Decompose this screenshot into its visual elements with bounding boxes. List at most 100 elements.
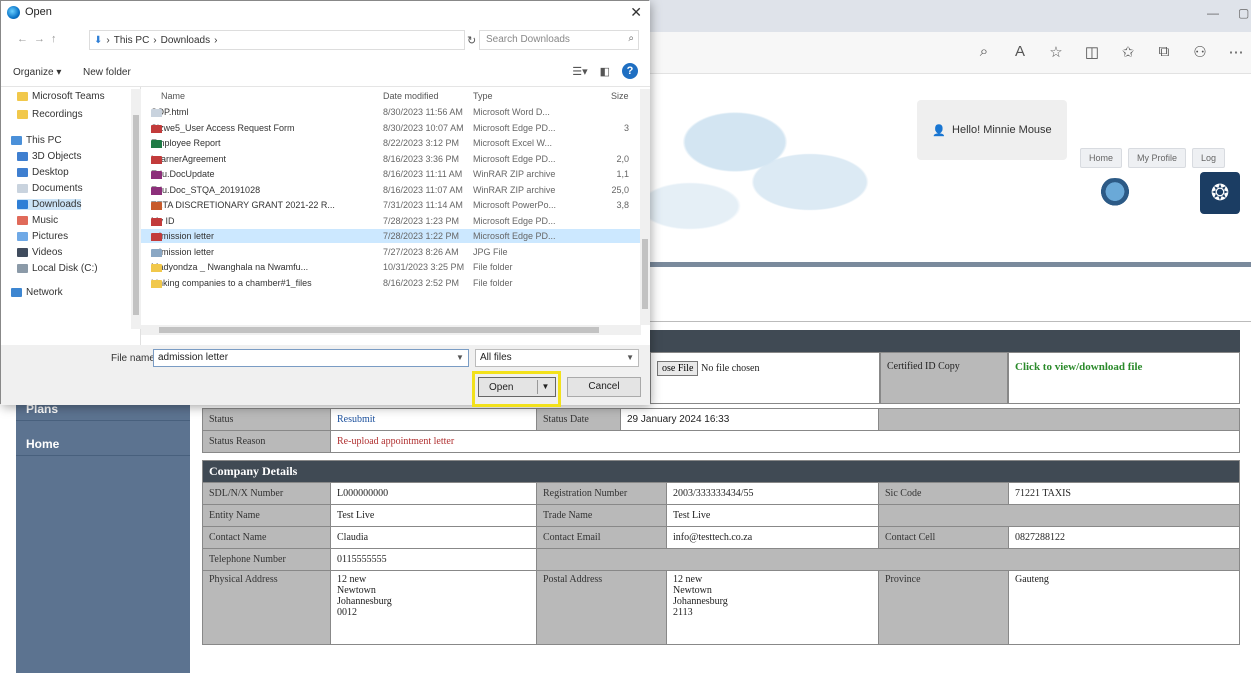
- certified-id-label: Certified ID Copy: [880, 352, 1008, 404]
- nav-my-profile-link[interactable]: My Profile: [1128, 148, 1187, 168]
- downloads-icon: ⬇: [94, 34, 103, 46]
- file-row[interactable]: Madyondza _ Nwanghala na Nwamfu... 10/31/…: [141, 260, 641, 274]
- nav-item-this-pc[interactable]: This PC: [11, 135, 62, 146]
- nav-logout-link[interactable]: Log: [1192, 148, 1226, 168]
- file-row[interactable]: admission letter 7/27/2023 8:26 AM JPG Fil…: [141, 245, 641, 259]
- file-row[interactable]: SOP.html 8/30/2023 11:56 AM Microsoft Word…: [141, 105, 641, 119]
- favorites-icon[interactable]: ✩: [1119, 43, 1137, 61]
- nav-home-link[interactable]: Home: [1080, 148, 1123, 168]
- nav-item-local-disk-c[interactable]: Local Disk (C:): [17, 263, 98, 274]
- header-divider: [630, 321, 1251, 322]
- file-row[interactable]: Employee Report 8/22/2023 3:12 PM Microsof…: [141, 136, 641, 150]
- file-name-input[interactable]: admission letter: [153, 349, 469, 367]
- cancel-button[interactable]: Cancel: [567, 377, 641, 397]
- open-button[interactable]: Open ▼: [478, 377, 556, 397]
- forward-icon[interactable]: →: [34, 33, 51, 45]
- xls-file-icon: [151, 140, 162, 148]
- refresh-icon[interactable]: ↻: [467, 34, 476, 47]
- choose-file-button[interactable]: ose File: [657, 361, 699, 376]
- maximize-button[interactable]: ▢: [1238, 6, 1249, 20]
- file-row[interactable]: TETA DISCRETIONARY GRANT 2021-22 R... 7/3…: [141, 198, 641, 212]
- file-list-scrollbar-thumb[interactable]: [642, 239, 648, 309]
- split-screen-icon[interactable]: ◫: [1083, 43, 1101, 61]
- file-name-dropdown-icon[interactable]: ▼: [456, 353, 464, 362]
- extensions-icon[interactable]: ⚇: [1191, 43, 1209, 61]
- file-row[interactable]: Edu.Doc_STQA_20191028 8/16/2023 11:07 AM W…: [141, 183, 641, 197]
- file-name-cell: Madyondza _ Nwanghala na Nwamfu...: [151, 262, 383, 272]
- nav-item-recordings[interactable]: Recordings: [17, 109, 83, 120]
- nav-scrollbar-thumb[interactable]: [133, 115, 139, 315]
- contact-cell-label: Contact Cell: [878, 526, 1009, 549]
- preview-pane-icon[interactable]: ◧: [600, 65, 610, 78]
- nav-item-network[interactable]: Network: [11, 287, 63, 298]
- pin-icon[interactable]: ⌕: [975, 43, 993, 61]
- file-name-text: Edu.Doc_STQA_20191028: [151, 184, 261, 195]
- pdf-file-icon: [151, 155, 162, 164]
- file-type-select[interactable]: All files ▼: [475, 349, 639, 367]
- sic-value: 71221 TAXIS: [1008, 482, 1240, 505]
- search-downloads-input[interactable]: Search Downloads ⌕: [479, 30, 639, 50]
- nav-item-3d-objects[interactable]: 3D Objects: [17, 151, 81, 162]
- file-type-cell: Microsoft Edge PD...: [473, 153, 556, 164]
- open-options-dropdown-icon[interactable]: ▼: [537, 380, 553, 394]
- nav-item-pictures[interactable]: Pictures: [17, 231, 68, 242]
- nav-item-label: Pictures: [32, 231, 69, 242]
- nav-item-documents[interactable]: Documents: [17, 183, 83, 194]
- up-icon[interactable]: ↑: [51, 33, 63, 45]
- blue-icon: [17, 168, 28, 177]
- file-name-cell: LearnerAgreement: [151, 154, 383, 164]
- favorite-icon[interactable]: ☆: [1047, 43, 1065, 61]
- file-type-cell: WinRAR ZIP archive: [473, 169, 556, 179]
- open-file-dialog: Open ✕ ←→↑ ⬇ › This PC › Downloads › ↻ S…: [0, 0, 650, 407]
- nav-item-videos[interactable]: Videos: [17, 247, 62, 258]
- sdl-label: SDL/N/X Number: [202, 482, 331, 505]
- entity-value: Test Live: [330, 504, 537, 527]
- organize-button[interactable]: Organize ▾: [13, 67, 61, 78]
- breadcrumb-downloads[interactable]: Downloads: [161, 35, 210, 46]
- file-list-hscrollbar-thumb[interactable]: [159, 327, 599, 333]
- file-row[interactable]: Linking companies to a chamber#1_files 8/…: [141, 276, 641, 290]
- pic-icon: [17, 232, 28, 241]
- more-icon[interactable]: ⋯: [1227, 43, 1245, 61]
- file-list-hscrollbar[interactable]: [141, 325, 641, 335]
- sidebar-item-home[interactable]: Home: [16, 433, 190, 456]
- view-options-icon[interactable]: ☰▾: [572, 65, 587, 78]
- file-list-scrollbar[interactable]: [640, 89, 650, 325]
- file-name-cell: TETA DISCRETIONARY GRANT 2021-22 R...: [151, 200, 383, 210]
- company-details-table: Company Details SDL/N/X Number L00000000…: [202, 460, 1240, 645]
- open-button-label: Open: [489, 382, 514, 393]
- dialog-titlebar: Open ✕: [1, 1, 650, 25]
- nav-scrollbar[interactable]: [131, 89, 141, 329]
- registration-value: 2003/333333434/55: [666, 482, 879, 505]
- nav-item-microsoft-teams[interactable]: Microsoft Teams: [17, 91, 105, 102]
- nav-item-downloads[interactable]: Downloads: [17, 199, 82, 210]
- nav-arrows: ←→↑: [17, 33, 63, 45]
- nav-item-desktop[interactable]: Desktop: [17, 167, 69, 178]
- disk-icon: [17, 264, 28, 273]
- back-icon[interactable]: ←: [17, 33, 34, 45]
- breadcrumb-this-pc[interactable]: This PC: [114, 35, 150, 46]
- file-type-dropdown-icon: ▼: [626, 353, 634, 362]
- file-row[interactable]: Sizwe5_User Access Request Form 8/30/2023…: [141, 121, 641, 135]
- help-icon[interactable]: ?: [622, 63, 638, 79]
- file-size-cell: 1,1: [616, 169, 629, 179]
- nav-item-label: Recordings: [32, 109, 83, 120]
- file-name-cell: Employee Report: [151, 138, 383, 148]
- dialog-close-button[interactable]: ✕: [630, 4, 642, 21]
- file-type-cell: File folder: [473, 262, 513, 272]
- minimize-button[interactable]: —: [1207, 6, 1219, 20]
- file-row[interactable]: My ID 7/28/2023 1:23 PM Microsoft Edge PD.…: [141, 214, 641, 228]
- file-input-cell: ose File No file chosen: [650, 352, 880, 404]
- address-bar[interactable]: ⬇ › This PC › Downloads ›: [89, 30, 465, 50]
- download-file-link[interactable]: Click to view/download file: [1015, 361, 1142, 373]
- nav-item-music[interactable]: Music: [17, 215, 58, 226]
- file-row[interactable]: admission letter 7/28/2023 1:22 PM Microso…: [141, 229, 641, 243]
- telephone-value: 0115555555: [330, 548, 537, 571]
- trade-label: Trade Name: [536, 504, 667, 527]
- read-aloud-icon[interactable]: A: [1011, 43, 1029, 61]
- file-row[interactable]: LearnerAgreement 8/16/2023 3:36 PM Microso…: [141, 152, 641, 166]
- new-folder-button[interactable]: New folder: [83, 67, 131, 78]
- collections-icon[interactable]: ⧉: [1155, 43, 1173, 61]
- file-row[interactable]: Edu.DocUpdate 8/16/2023 11:11 AM WinRAR ZI…: [141, 167, 641, 181]
- contact-cell-value: 0827288122: [1008, 526, 1240, 549]
